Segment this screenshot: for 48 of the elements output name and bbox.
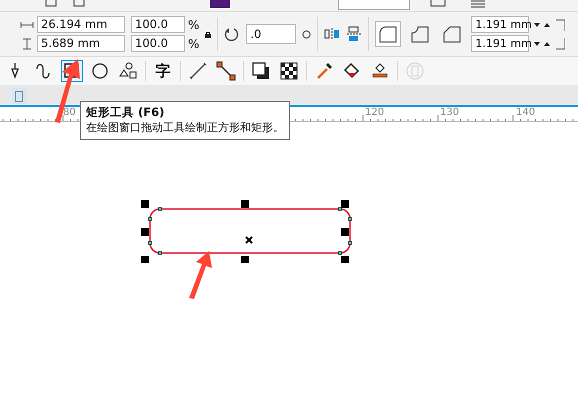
scale-field[interactable]: 100.0 xyxy=(131,16,185,33)
transparency-icon xyxy=(279,61,299,81)
ruler-label: 120 xyxy=(365,107,384,118)
line-tool-button[interactable] xyxy=(187,60,209,82)
lock-icon[interactable] xyxy=(205,30,212,38)
tooltip-title: 矩形工具 (F6) xyxy=(86,105,166,120)
height-icon xyxy=(20,38,34,50)
mirror-horizontal-icon[interactable] xyxy=(324,27,340,41)
corner-icon[interactable] xyxy=(555,38,566,50)
scale-field[interactable]: 100.0 xyxy=(131,35,185,52)
width-field[interactable]: 26.194 mm xyxy=(37,16,125,33)
rotation-field[interactable]: .0 xyxy=(246,24,296,44)
tooltip-description: 在绘图窗口拖动工具绘制正方形和矩形。 xyxy=(86,120,284,135)
shadow-tool-button[interactable] xyxy=(250,60,272,82)
fill-icon xyxy=(342,61,362,81)
shadow-icon xyxy=(251,61,271,81)
unit-label: % xyxy=(188,36,200,50)
ruler-label: 80 xyxy=(63,107,76,118)
toolbar-icon[interactable] xyxy=(470,0,486,9)
mirror-vertical-icon[interactable] xyxy=(346,26,362,42)
document-tab[interactable] xyxy=(12,88,26,104)
page-icon xyxy=(15,90,23,102)
transparency-tool-button[interactable] xyxy=(278,60,300,82)
corner-icon[interactable] xyxy=(555,18,566,30)
rotate-icon xyxy=(224,26,240,42)
connector-tool-button[interactable] xyxy=(215,60,237,82)
zoom-field[interactable] xyxy=(338,0,410,10)
frame-icon xyxy=(405,61,425,81)
text-tool[interactable]: 字 xyxy=(152,60,174,82)
line-icon xyxy=(188,61,208,81)
chamfer-corner-icon xyxy=(443,25,462,43)
corner-radius-field[interactable]: 1.191 mm xyxy=(471,35,530,52)
unit-label: % xyxy=(188,18,200,32)
shapes-icon xyxy=(118,61,138,81)
toolbar-icon[interactable] xyxy=(210,0,230,9)
round-corner-icon xyxy=(379,25,398,43)
ellipse-icon xyxy=(90,61,110,81)
corner-button[interactable] xyxy=(375,21,402,47)
scallop-corner-icon xyxy=(411,25,430,43)
toolbar-icon[interactable] xyxy=(430,0,446,9)
height-field[interactable]: 5.689 mm xyxy=(37,35,125,52)
connector-icon xyxy=(216,61,236,81)
width-icon xyxy=(20,20,34,28)
corner-radius-field[interactable]: 1.191 mm xyxy=(471,16,530,33)
circle-icon[interactable] xyxy=(302,30,312,38)
annotation-arrow xyxy=(52,58,82,124)
ruler-label: 130 xyxy=(440,107,460,118)
ruler-label: 140 xyxy=(516,107,536,118)
